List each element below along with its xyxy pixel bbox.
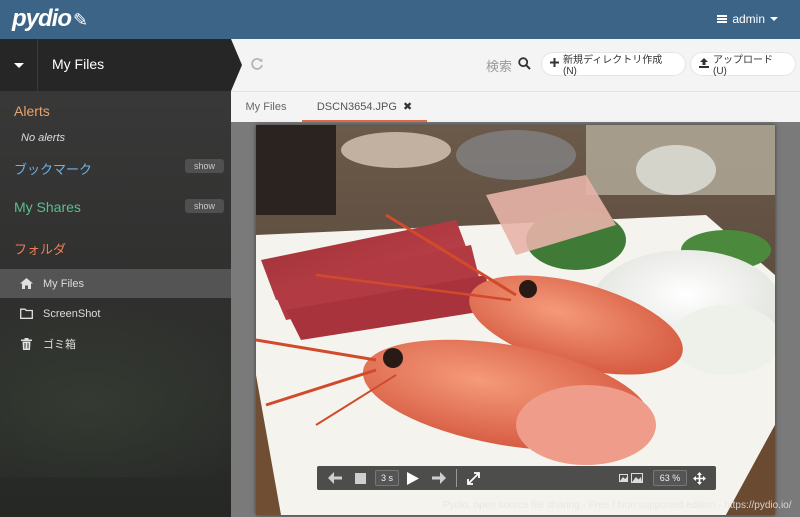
tab-my-files[interactable]: My Files — [231, 92, 301, 123]
play-icon[interactable] — [405, 466, 421, 490]
tab-bar: My Files DSCN3654.JPG ✖ — [231, 91, 800, 123]
workspace-switcher-button[interactable] — [0, 39, 38, 91]
search-icon[interactable] — [518, 57, 531, 73]
zoom-out-image-icon[interactable] — [617, 466, 629, 490]
shares-show-button[interactable]: show — [185, 199, 224, 213]
workspace-title: My Files — [52, 56, 105, 72]
shares-title: My Shares — [14, 199, 81, 215]
new-directory-label: 新規ディレクトリ作成(N) — [563, 55, 663, 77]
zoom-in-image-icon[interactable] — [630, 466, 644, 490]
folder-icon — [19, 308, 33, 319]
sidebar-item-label: My Files — [43, 277, 84, 290]
upload-icon — [699, 57, 709, 71]
slideshow-speed[interactable]: 3 s — [375, 470, 399, 486]
upload-button[interactable]: アップロード(U) — [691, 53, 795, 77]
expand-icon[interactable] — [465, 466, 481, 490]
sidebar-item-screenshot[interactable]: ScreenShot — [0, 299, 231, 328]
bookmarks-title: ブックマーク — [14, 162, 93, 177]
new-directory-button[interactable]: 新規ディレクトリ作成(N) — [542, 53, 685, 77]
user-menu[interactable]: admin — [717, 12, 778, 26]
chevron-down-icon — [770, 17, 778, 21]
logo-pen-icon: ✎ — [73, 10, 88, 30]
zoom-level[interactable]: 63 % — [653, 470, 687, 486]
chevron-down-icon — [13, 62, 24, 68]
upload-label: アップロード(U) — [713, 55, 773, 77]
workspace-header: My Files — [0, 39, 231, 91]
no-alerts-text: No alerts — [21, 132, 66, 144]
main-toolbar: 検索 新規ディレクトリ作成(N) アップロード(U) — [231, 39, 800, 91]
image-viewer: 3 s 63 % — [231, 122, 800, 517]
controls-divider — [456, 469, 457, 487]
menu-icon — [717, 15, 728, 23]
sidebar-item-label: ゴミ箱 — [43, 338, 76, 351]
folders-title: フォルダ — [14, 242, 67, 257]
footer-text: Pydio, open source file sharing - Free /… — [443, 500, 792, 511]
sidebar-item-trash[interactable]: ゴミ箱 — [0, 329, 231, 358]
user-name: admin — [732, 12, 765, 26]
workspace-header-arrow — [231, 39, 242, 91]
tab-label: My Files — [245, 101, 287, 113]
plus-icon — [550, 58, 559, 70]
pydio-logo[interactable]: pydio ✎ — [12, 5, 88, 33]
move-icon[interactable] — [692, 466, 706, 490]
tab-label: DSCN3654.JPG — [316, 101, 397, 113]
search-label[interactable]: 検索 — [486, 56, 512, 75]
tab-image-file[interactable]: DSCN3654.JPG ✖ — [302, 92, 427, 123]
close-icon[interactable]: ✖ — [403, 92, 412, 122]
next-icon[interactable] — [431, 466, 447, 490]
photo-preview — [256, 125, 775, 515]
bookmarks-show-button[interactable]: show — [185, 159, 224, 173]
home-icon — [19, 278, 33, 289]
alerts-title: Alerts — [14, 103, 50, 119]
logo-text: pydio — [12, 5, 72, 32]
trash-icon — [19, 337, 33, 350]
refresh-icon[interactable] — [250, 57, 264, 74]
sidebar-item-my-files[interactable]: My Files — [0, 269, 231, 298]
previous-icon[interactable] — [327, 466, 343, 490]
stop-icon[interactable] — [353, 466, 367, 490]
viewer-controls: 3 s 63 % — [317, 466, 716, 490]
sidebar: My Files Alerts No alerts ブックマーク show My… — [0, 39, 231, 517]
top-bar: pydio ✎ admin — [0, 0, 800, 39]
sidebar-item-label: ScreenShot — [43, 307, 101, 320]
